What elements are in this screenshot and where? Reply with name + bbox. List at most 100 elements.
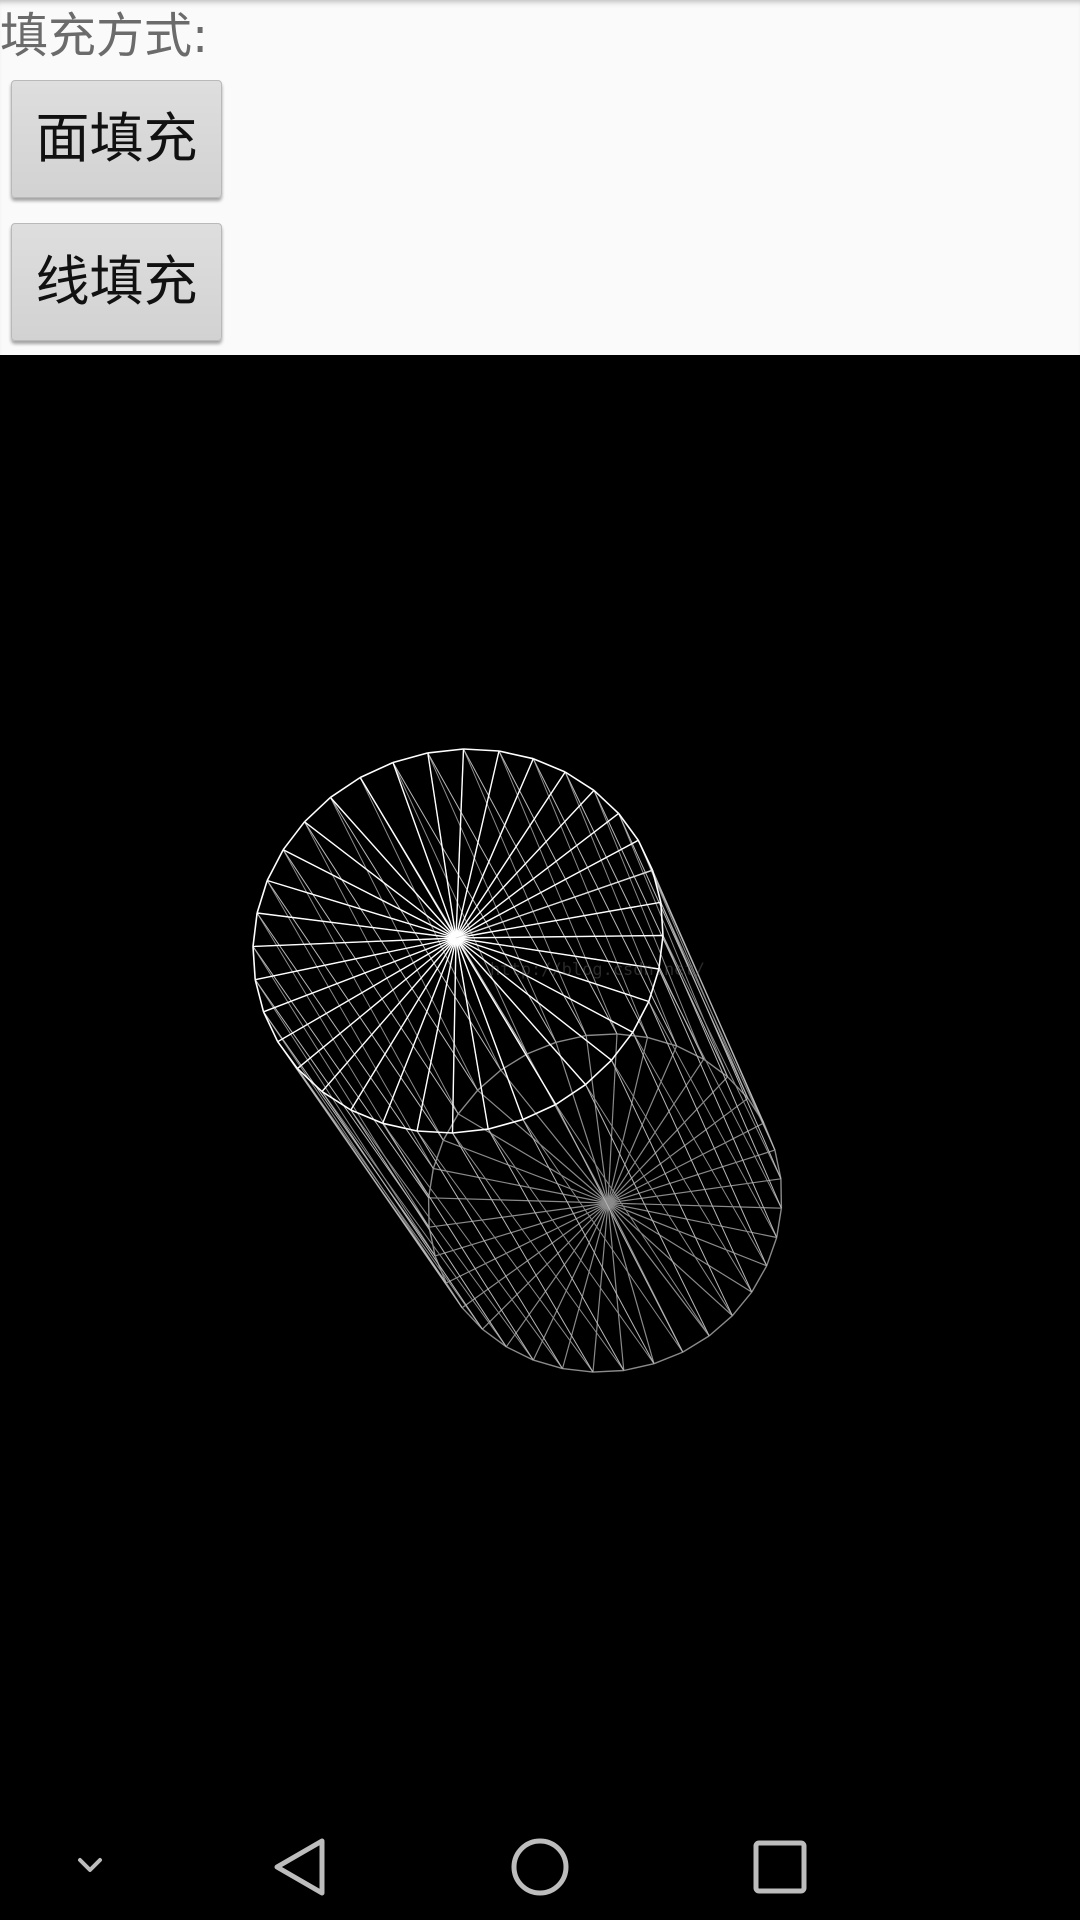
hide-navbar-button[interactable] [20,1815,160,1920]
front-cap-edge [252,946,256,980]
back-cap-edge [526,1041,557,1055]
side-edge [637,840,765,1124]
back-cap-edge [562,1367,594,1373]
side-edge [277,1041,447,1284]
side-diagonal [304,821,459,1115]
front-cap-spoke [382,937,457,1124]
side-diagonal [611,1059,753,1293]
side-diagonal [522,1119,684,1353]
side-diagonal [498,750,618,1035]
front-cap-spoke [263,937,457,1013]
front-cap-spoke [455,839,639,939]
chevron-down-icon [78,1858,102,1872]
front-cap-spoke [451,937,457,1134]
wireframe-cylinder [252,748,783,1373]
front-cap-edge [282,821,306,851]
back-button[interactable] [230,1815,370,1920]
front-cap-edge [256,880,268,914]
home-circle-icon [511,1838,569,1896]
side-edge [254,979,430,1228]
back-cap-edge [776,1208,783,1238]
back-cap-spoke [433,1167,609,1204]
back-cap-edge [774,1149,782,1179]
side-diagonal [254,979,436,1257]
front-cap-edge [427,748,464,754]
side-edge [452,1132,594,1373]
side-diagonal [359,777,502,1071]
back-cap-edge [616,1033,648,1039]
back-cap-spoke [429,1202,609,1228]
back-cap-edge [427,1168,434,1198]
back-cap-spoke [607,1122,765,1204]
back-cap-edge [780,1178,783,1209]
front-cap-spoke [277,937,457,1043]
back-cap-edge [461,1307,483,1330]
back-cap-spoke [607,1202,625,1371]
front-cap-spoke [296,937,457,1070]
front-cap-edge [463,748,500,752]
front-cap-edge [262,1011,279,1043]
front-cap-spoke [455,937,612,1061]
side-edge [522,1119,655,1364]
front-cap-edge [329,776,361,799]
side-edge [416,1130,563,1369]
back-cap-edge [586,1033,618,1037]
front-cap-spoke [252,937,457,948]
app-screen: 填充方式: 面填充 线填充 http://blog.csdn.net/ [0,0,1080,1920]
back-cap-spoke [532,1202,609,1361]
front-cap-spoke [455,758,534,939]
front-cap-edge [266,849,284,881]
side-diagonal [350,1109,534,1361]
front-cap-spoke [455,771,566,939]
line-fill-button[interactable]: 线填充 [11,223,222,341]
side-edge [350,1109,507,1348]
front-cap-edge [359,761,394,779]
side-diagonal [555,1104,710,1337]
side-edge [427,752,587,1036]
back-cap-edge [647,1036,677,1047]
back-cap-spoke [607,1202,733,1317]
side-edge [618,813,749,1099]
back-cap-edge [731,1291,753,1317]
front-cap-edge [498,750,534,760]
back-cap-edge [708,1315,733,1337]
back-cap-edge [481,1328,507,1348]
front-cap-edge [392,752,429,764]
front-cap-edge [610,1031,634,1061]
front-cap-edge [252,912,258,947]
home-button[interactable] [470,1815,610,1920]
back-cap-spoke [585,1035,609,1204]
side-edge [660,902,782,1179]
face-fill-button[interactable]: 面填充 [11,80,222,198]
back-cap-spoke [428,1197,609,1204]
front-cap-spoke [257,912,457,939]
side-edge [382,1123,534,1361]
back-cap-spoke [457,1113,609,1204]
fill-mode-label: 填充方式: [0,8,209,64]
side-diagonal [392,762,528,1055]
back-cap-edge [592,1369,624,1373]
back-cap-edge [427,1197,430,1228]
back-cap-edge [751,1265,768,1293]
watermark-text: http://blog.csdn.net/ [490,960,705,980]
front-cap-spoke [304,821,457,939]
back-cap-edge [682,1335,710,1353]
front-cap-triangle [455,869,653,939]
gl-surface-view[interactable] [0,355,1080,1815]
back-cap-edge [623,1363,655,1372]
front-cap-edge [416,1130,453,1134]
back-cap-spoke [477,1089,609,1204]
side-edge [304,821,479,1091]
system-navigation-bar [0,1815,1080,1920]
back-cap-edge [766,1237,778,1267]
back-cap-edge [500,1053,528,1071]
front-cap-spoke [350,937,457,1111]
front-cap-edge [254,979,265,1013]
side-diagonal [648,1001,778,1238]
side-edge [282,849,459,1115]
back-triangle-icon [274,1838,325,1896]
front-cap-edge [593,789,620,814]
recents-square-icon [753,1840,807,1894]
front-cap-edge [303,796,331,823]
recents-button[interactable] [710,1815,850,1920]
